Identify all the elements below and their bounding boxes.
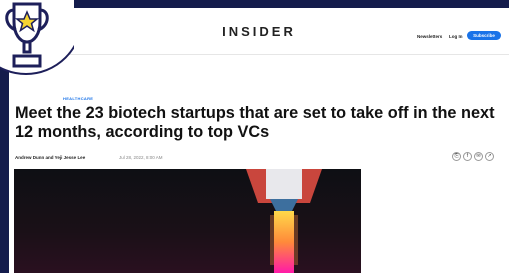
trophy-icon <box>0 0 74 75</box>
hero-image <box>14 169 361 273</box>
rocket-illustration <box>246 169 322 273</box>
rocket-body <box>266 169 302 199</box>
top-frame-bar <box>0 0 509 8</box>
facebook-icon[interactable]: f <box>463 152 472 161</box>
article-authors[interactable]: Andrew Dunn and Yeji Jesse Lee <box>15 155 85 160</box>
rocket-flame <box>274 211 294 273</box>
subscribe-button[interactable]: Subscribe <box>467 31 501 40</box>
article-headline: Meet the 23 biotech startups that are se… <box>15 104 495 141</box>
article-page: INSIDER Newsletters Log In Subscribe HEA… <box>9 8 509 273</box>
category-link[interactable]: HEALTHCARE <box>63 96 93 101</box>
site-header: INSIDER Newsletters Log In Subscribe <box>9 8 509 55</box>
rocket-nozzle <box>270 199 298 211</box>
link-icon[interactable]: ⎘ <box>452 152 461 161</box>
article-date: Jul 28, 2022, 8:00 AM <box>119 155 163 160</box>
email-icon[interactable]: ✉ <box>474 152 483 161</box>
newsletters-link[interactable]: Newsletters <box>417 34 442 39</box>
share-icon[interactable]: ↗ <box>485 152 494 161</box>
login-link[interactable]: Log In <box>449 34 463 39</box>
